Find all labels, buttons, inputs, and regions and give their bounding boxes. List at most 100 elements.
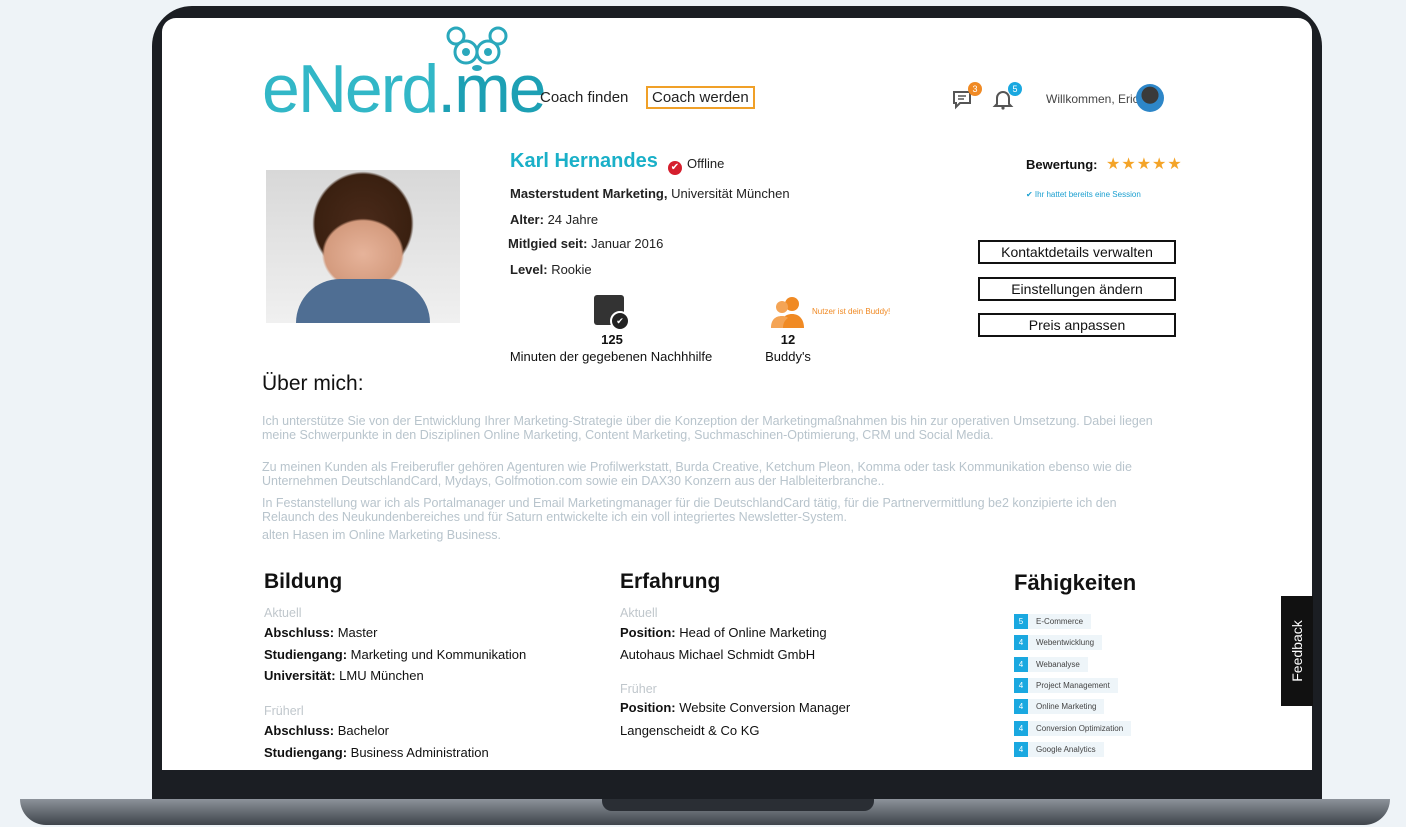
field-label: Universität: <box>264 668 336 683</box>
education-prev-course: Studiengang: Business Administration <box>264 745 489 760</box>
skill-item: 4 Google Analytics <box>1014 741 1104 757</box>
profile-degree: Masterstudent Marketing, Universität Mün… <box>510 186 790 201</box>
skill-name: Webanalyse <box>1036 659 1080 669</box>
experience-current-position: Position: Head of Online Marketing <box>620 625 827 640</box>
user-avatar[interactable] <box>1136 84 1164 112</box>
stat-minutes-number: 125 <box>601 332 623 347</box>
nav-coach-werden[interactable]: Coach werden <box>646 86 755 109</box>
profile-level: Level: Rookie <box>510 262 592 277</box>
laptop-notch <box>602 799 874 811</box>
status-text: Offline <box>687 156 725 171</box>
degree-university: Universität München <box>667 186 790 201</box>
field-value: Business Administration <box>347 745 489 760</box>
stat-buddies-number: 12 <box>780 332 796 347</box>
field-label: Studiengang: <box>264 745 348 760</box>
field-value: Website Conversion Manager <box>675 700 851 715</box>
education-current-degree: Abschluss: Master <box>264 625 377 640</box>
status-indicator: ✔ Offline <box>668 156 724 175</box>
profile-age: Alter: 24 Jahre <box>510 212 598 227</box>
skill-item: 4 Project Management <box>1014 677 1118 693</box>
field-label: Abschluss: <box>264 625 335 640</box>
notifications-button[interactable]: 5 <box>992 82 1022 115</box>
skill-name: Webentwicklung <box>1036 638 1095 648</box>
level-value: Rookie <box>547 262 592 277</box>
skill-level: 5 <box>1014 614 1028 629</box>
degree-label: Masterstudent Marketing, <box>510 186 668 201</box>
skill-level: 4 <box>1014 720 1028 736</box>
profile-name: Karl Hernandes <box>510 150 658 172</box>
about-paragraph-2: Zu meinen Kunden als Freiberufler gehöre… <box>262 460 1132 488</box>
age-value: 24 Jahre <box>543 212 599 227</box>
messages-badge: 3 <box>968 82 982 96</box>
about-paragraph-4: alten Hasen im Online Marketing Business… <box>262 528 502 542</box>
rating-stars: ★★★★★ <box>1106 154 1183 174</box>
notifications-badge: 5 <box>1008 82 1022 96</box>
skill-level: 4 <box>1014 677 1028 693</box>
feedback-tab[interactable]: Feedback <box>1281 596 1313 706</box>
skill-item: 4 Online Marketing <box>1014 699 1105 715</box>
skill-level: 4 <box>1014 656 1028 672</box>
messages-button[interactable]: 3 <box>952 82 982 115</box>
skill-name: Project Management <box>1036 680 1110 690</box>
field-value: Marketing und Kommunikation <box>347 647 527 662</box>
logo-text: eNerd <box>262 51 439 127</box>
change-settings-button[interactable]: Einstellungen ändern <box>978 277 1176 301</box>
browser-screen: eNerd.me Coach finden Coach werden 3 5 W… <box>162 18 1312 770</box>
experience-prev-position: Position: Website Conversion Manager <box>620 700 850 715</box>
skill-level: 4 <box>1014 635 1028 651</box>
about-heading: Über mich: <box>262 372 364 395</box>
education-prev-label: Früherl <box>264 704 304 718</box>
calendar-check-icon: ✔ <box>610 311 630 331</box>
stat-minutes-label: Minuten der gegebenen Nachhhilfe <box>509 349 713 364</box>
field-value: LMU München <box>335 668 424 683</box>
skill-name: E-Commerce <box>1036 617 1084 626</box>
adjust-price-button[interactable]: Preis anpassen <box>978 313 1176 337</box>
skill-item: 4 Webentwicklung <box>1014 635 1103 651</box>
experience-heading: Erfahrung <box>620 570 721 593</box>
star-icons: ★★★★★ <box>1106 156 1183 173</box>
education-heading: Bildung <box>264 570 343 593</box>
skill-name: Online Marketing <box>1036 702 1097 712</box>
skill-item: 4 Webanalyse <box>1014 656 1088 672</box>
skill-item: 5 E-Commerce <box>1014 614 1092 629</box>
education-current-university: Universität: LMU München <box>264 668 424 683</box>
experience-current-label: Aktuell <box>620 606 658 620</box>
buddy-note: Nutzer ist dein Buddy! <box>812 307 891 316</box>
profile-photo <box>266 170 460 323</box>
about-paragraph-3: In Festanstellung war ich als Portalmana… <box>262 496 1117 524</box>
buddy-icon <box>771 297 804 328</box>
education-prev-degree: Abschluss: Bachelor <box>264 723 389 738</box>
stat-buddies-label: Buddy's <box>765 349 811 364</box>
photo-shirt <box>296 279 430 323</box>
manage-contact-button[interactable]: Kontaktdetails verwalten <box>978 240 1176 264</box>
feedback-label: Feedback <box>1289 620 1305 682</box>
level-label: Level: <box>510 262 548 277</box>
education-current-label: Aktuell <box>264 606 302 620</box>
field-label: Position: <box>620 625 676 640</box>
field-label: Studiengang: <box>264 647 348 662</box>
member-label: Mitlgied seit: <box>508 236 588 251</box>
skill-item: 4 Conversion Optimization <box>1014 720 1132 736</box>
experience-prev-label: Früher <box>620 682 657 696</box>
skills-heading: Fähigkeiten <box>1014 570 1137 595</box>
skill-level: 4 <box>1014 741 1028 757</box>
field-value: Bachelor <box>334 723 389 738</box>
panda-logo-icon <box>446 26 508 71</box>
experience-current-company: Autohaus Michael Schmidt GmbH <box>620 647 816 662</box>
field-value: Master <box>334 625 378 640</box>
skill-level: 4 <box>1014 699 1028 715</box>
member-value: Januar 2016 <box>587 236 664 251</box>
field-value: Head of Online Marketing <box>675 625 827 640</box>
rating-label: Bewertung: <box>1026 157 1098 172</box>
about-paragraph-1: Ich unterstütze Sie von der Entwicklung … <box>262 414 1153 442</box>
nav-coach-finden[interactable]: Coach finden <box>540 89 628 106</box>
age-label: Alter: <box>510 212 544 227</box>
experience-prev-company: Langenscheidt & Co KG <box>620 723 760 738</box>
education-current-course: Studiengang: Marketing und Kommunikation <box>264 647 526 662</box>
field-label: Position: <box>620 700 676 715</box>
session-note: ✔ Ihr hattet bereits eine Session <box>1026 190 1141 199</box>
status-check-icon: ✔ <box>668 161 682 175</box>
field-label: Abschluss: <box>264 723 335 738</box>
skill-name: Conversion Optimization <box>1036 723 1124 733</box>
profile-member-since: Mitlgied seit: Januar 2016 <box>508 236 663 251</box>
